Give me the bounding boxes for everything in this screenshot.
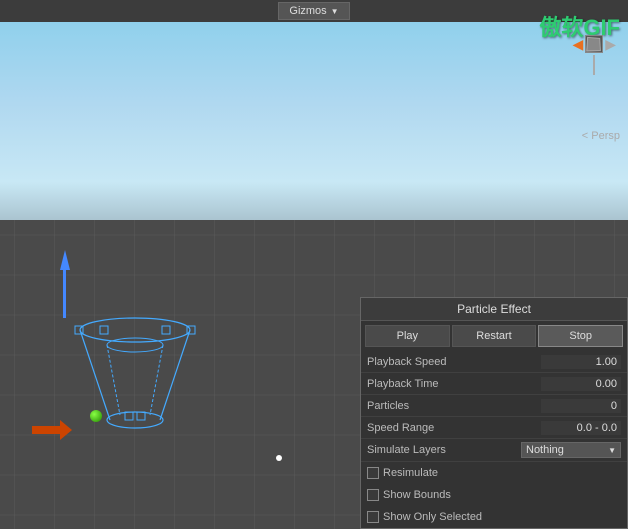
simulate-layers-row: Simulate Layers Nothing: [361, 439, 627, 462]
show-bounds-checkbox[interactable]: [367, 489, 379, 501]
playback-time-value[interactable]: 0.00: [541, 377, 621, 391]
particles-row: Particles 0: [361, 395, 627, 417]
simulate-layers-dropdown[interactable]: Nothing: [521, 442, 621, 458]
particles-value: 0: [541, 399, 621, 413]
show-bounds-label: Show Bounds: [383, 489, 451, 501]
stop-button[interactable]: Stop: [538, 325, 623, 347]
playback-speed-label: Playback Speed: [367, 356, 541, 368]
persp-label: < Persp: [582, 130, 620, 142]
restart-button[interactable]: Restart: [452, 325, 537, 347]
navigation-widget[interactable]: ◀ ▶: [572, 35, 616, 75]
simulate-layers-value: Nothing: [526, 444, 564, 456]
show-bounds-row: Show Bounds: [361, 484, 627, 506]
nav-cube-shape: [586, 37, 601, 52]
top-toolbar: Gizmos: [0, 0, 628, 22]
gizmos-button[interactable]: Gizmos: [278, 2, 349, 20]
particles-label: Particles: [367, 400, 541, 412]
nav-center-cube[interactable]: [585, 35, 603, 53]
playback-speed-row: Playback Speed 1.00: [361, 351, 627, 373]
simulate-layers-label: Simulate Layers: [367, 444, 521, 456]
resimulate-checkbox[interactable]: [367, 467, 379, 479]
playback-time-row: Playback Time 0.00: [361, 373, 627, 395]
speed-range-value: 0.0 - 0.0: [541, 421, 621, 435]
nav-vertical-stick: [593, 55, 595, 75]
play-button[interactable]: Play: [365, 325, 450, 347]
show-only-selected-checkbox[interactable]: [367, 511, 379, 523]
speed-range-label: Speed Range: [367, 422, 541, 434]
nav-right-arrow[interactable]: ▶: [605, 36, 616, 53]
panel-title: Particle Effect: [361, 298, 627, 321]
show-only-selected-row: Show Only Selected: [361, 506, 627, 528]
show-only-selected-label: Show Only Selected: [383, 511, 482, 523]
playback-time-label: Playback Time: [367, 378, 541, 390]
particle-emitter[interactable]: [70, 290, 200, 450]
resimulate-label: Resimulate: [383, 467, 438, 479]
nav-arrows: ◀ ▶: [572, 35, 616, 53]
particle-effect-panel: Particle Effect Play Restart Stop Playba…: [360, 297, 628, 529]
resimulate-row: Resimulate: [361, 462, 627, 484]
axis-arrow-y-stem: [63, 268, 66, 318]
axis-arrow-y: [60, 250, 70, 270]
viewport: Gizmos 傲软GIF ◀ ▶ < Persp: [0, 0, 628, 529]
particle-dot: [276, 455, 282, 461]
nav-left-arrow[interactable]: ◀: [572, 36, 583, 53]
playback-speed-value[interactable]: 1.00: [541, 355, 621, 369]
playback-controls: Play Restart Stop: [361, 321, 627, 351]
speed-range-row: Speed Range 0.0 - 0.0: [361, 417, 627, 439]
